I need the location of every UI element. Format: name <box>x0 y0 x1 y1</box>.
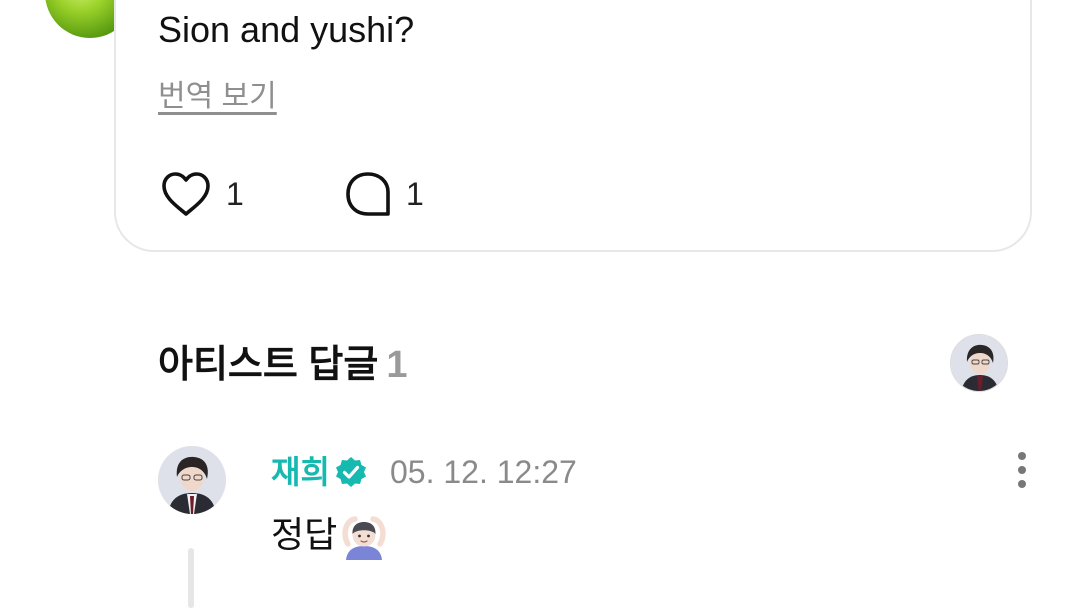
reply-author-name[interactable]: 재희 <box>271 452 330 492</box>
comment-count: 1 <box>406 175 424 212</box>
translate-link[interactable]: 번역 보기 <box>158 78 277 116</box>
like-button[interactable]: 1 <box>160 168 244 220</box>
verified-badge-icon <box>334 455 368 494</box>
comment-button[interactable]: 1 <box>344 168 424 220</box>
reply-text: 정답 <box>271 514 338 555</box>
person-gesturing-ok-emoji-icon <box>340 514 388 565</box>
artist-replies-count: 1 <box>386 344 408 386</box>
artist-avatar[interactable] <box>950 334 1008 392</box>
artist-replies-title: 아티스트 답글 <box>158 344 379 386</box>
like-count: 1 <box>226 175 244 212</box>
more-options-icon[interactable] <box>1008 448 1036 492</box>
artist-replies-heading: 아티스트 답글 1 <box>158 340 407 390</box>
reply-timestamp: 05. 12. 12:27 <box>390 454 577 490</box>
post-text: Sion and yushi? <box>158 9 415 50</box>
comment-bubble-icon <box>344 170 392 218</box>
reply-author-avatar[interactable] <box>158 446 226 514</box>
heart-icon <box>160 170 212 218</box>
reply-thread-line <box>188 548 194 608</box>
